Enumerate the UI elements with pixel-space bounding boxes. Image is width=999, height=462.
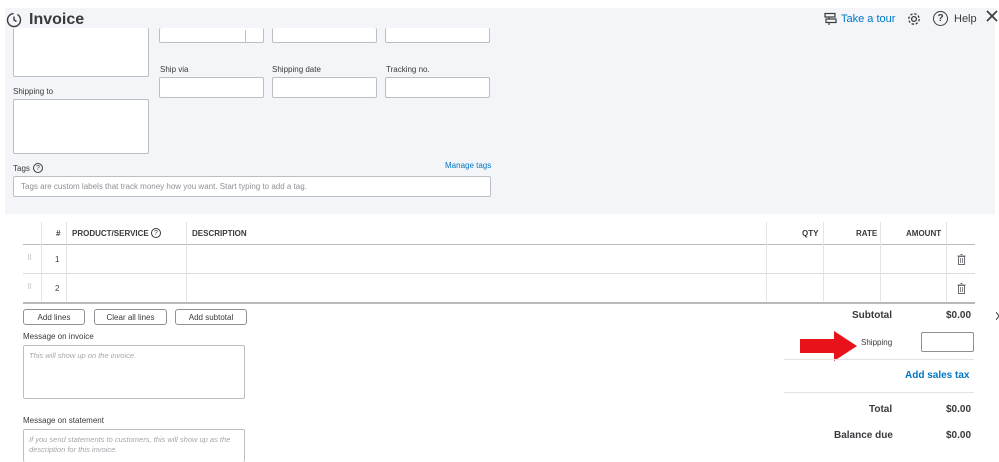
header-divider — [23, 244, 975, 245]
shipping-amount-input[interactable] — [921, 332, 974, 352]
tags-label-wrap: Tags ? — [13, 163, 43, 173]
table-bottom-border — [23, 302, 975, 304]
shipping-to-field[interactable] — [13, 99, 149, 154]
col-qty: QTY — [802, 229, 819, 238]
subtotal-label: Subtotal — [852, 310, 892, 321]
clear-all-lines-button[interactable]: Clear all lines — [94, 309, 167, 325]
tracking-no-label: Tracking no. — [386, 65, 430, 74]
help-button[interactable]: ? Help — [933, 11, 977, 26]
totals-divider — [784, 359, 974, 360]
col-number: # — [56, 229, 61, 238]
col-sep — [946, 222, 947, 302]
recent-transactions-icon[interactable] — [6, 12, 22, 28]
header-actions: Take a tour ? Help — [824, 10, 998, 26]
take-tour-link[interactable]: Take a tour — [824, 12, 895, 25]
tracking-no-input[interactable] — [385, 77, 490, 98]
take-tour-label: Take a tour — [841, 12, 896, 25]
row-number: 1 — [55, 255, 60, 264]
invoice-date-field[interactable] — [272, 28, 377, 43]
shipping-date-input[interactable] — [272, 77, 377, 98]
line-items-header: # PRODUCT/SERVICE ? DESCRIPTION QTY RATE… — [23, 222, 975, 245]
product-help-icon[interactable]: ? — [151, 228, 161, 238]
col-rate: RATE — [856, 229, 878, 238]
red-arrow-annotation-icon — [800, 331, 857, 361]
terms-divider — [245, 30, 246, 42]
col-amount: AMOUNT — [906, 229, 942, 238]
close-icon[interactable] — [985, 9, 999, 23]
total-label: Total — [869, 404, 893, 415]
col-product-service: PRODUCT/SERVICE — [72, 229, 149, 238]
page-title: Invoice — [29, 11, 85, 28]
drag-handle-icon[interactable]: ⠿ — [27, 254, 32, 262]
shipping-date-label: Shipping date — [272, 65, 321, 74]
drag-handle-icon[interactable]: ⠿ — [27, 283, 32, 291]
add-sales-tax-link[interactable]: Add sales tax — [905, 370, 969, 381]
balance-due-label: Balance due — [834, 430, 893, 441]
col-sep — [823, 222, 824, 302]
tags-input[interactable]: Tags are custom labels that track money … — [13, 176, 491, 197]
delete-row-icon[interactable] — [957, 254, 966, 265]
col-sep — [880, 222, 881, 302]
col-sep — [66, 222, 67, 302]
subtotal-value: $0.00 — [946, 310, 972, 321]
delete-row-icon[interactable] — [957, 283, 966, 294]
col-sep — [766, 222, 767, 302]
row-divider — [23, 273, 975, 274]
totals-divider — [784, 392, 974, 393]
message-on-statement-input[interactable]: If you send statements to customers, thi… — [23, 429, 245, 462]
ship-via-label: Ship via — [160, 65, 189, 74]
message-on-statement-label: Message on statement — [23, 416, 104, 425]
help-label: Help — [954, 12, 977, 25]
title-area: Invoice — [6, 11, 84, 29]
manage-tags-link[interactable]: Manage tags — [445, 161, 491, 170]
due-date-field[interactable] — [385, 28, 490, 43]
tags-label: Tags — [13, 163, 30, 173]
shipping-label: Shipping — [861, 338, 893, 347]
add-subtotal-button[interactable]: Add subtotal — [175, 309, 247, 325]
billing-address-field[interactable] — [13, 28, 149, 77]
col-sep — [41, 222, 42, 302]
col-description: DESCRIPTION — [192, 229, 247, 238]
balance-due-value: $0.00 — [946, 430, 972, 441]
help-icon: ? — [933, 11, 948, 26]
signpost-icon — [824, 12, 837, 25]
shipping-to-label: Shipping to — [13, 87, 54, 96]
ship-via-input[interactable] — [159, 77, 264, 98]
add-lines-button[interactable]: Add lines — [23, 309, 85, 325]
terms-select[interactable] — [159, 28, 264, 43]
col-sep — [186, 222, 187, 302]
message-on-invoice-label: Message on invoice — [23, 332, 94, 341]
tags-help-icon[interactable]: ? — [32, 163, 43, 173]
gear-icon[interactable] — [906, 11, 922, 27]
message-on-invoice-input[interactable]: This will show up on the invoice. — [23, 345, 245, 399]
row-number: 2 — [55, 284, 60, 293]
total-value: $0.00 — [946, 404, 972, 415]
